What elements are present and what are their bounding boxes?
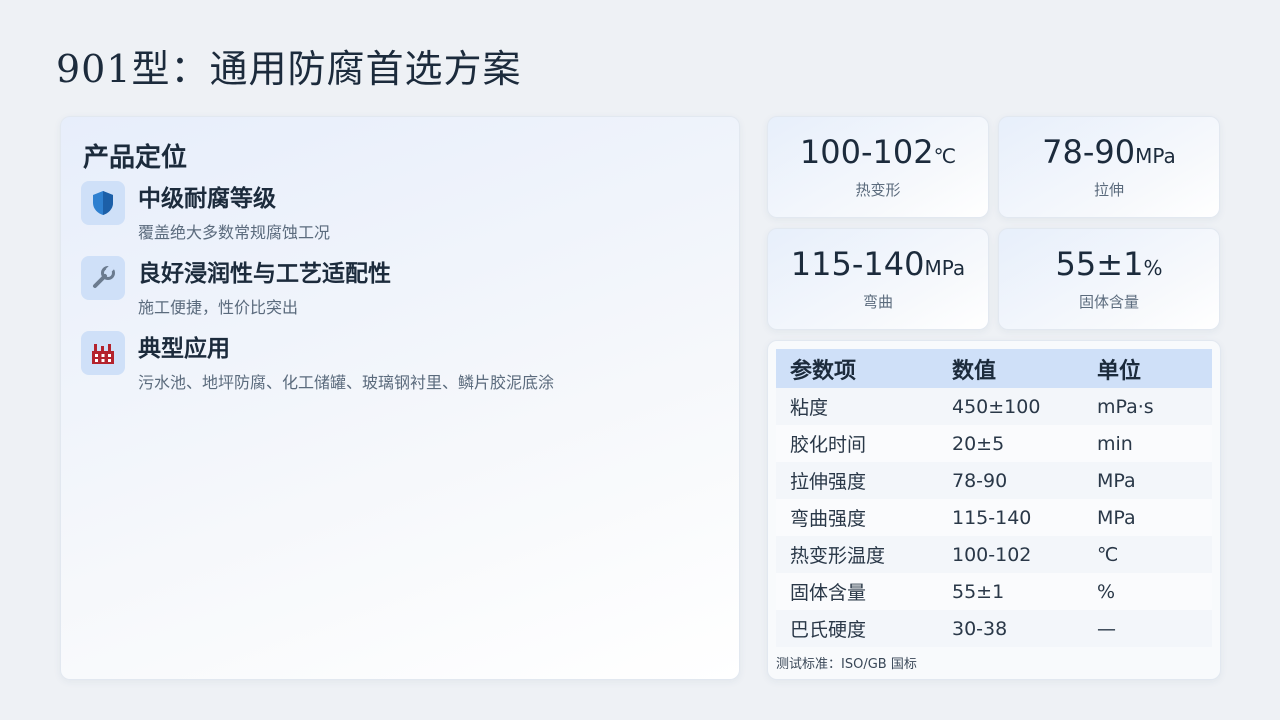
stat-value: 78-90MPa xyxy=(1042,133,1176,171)
stat-label: 固体含量 xyxy=(1078,293,1139,311)
table-cell: 55±1 xyxy=(938,573,1083,610)
shield-icon xyxy=(81,181,125,225)
feature-desc: 施工便捷，性价比突出 xyxy=(138,298,299,317)
table-cell: 胶化时间 xyxy=(776,425,938,462)
table-cell: 100-102 xyxy=(938,536,1083,573)
stat-unit: MPa xyxy=(924,256,966,280)
wrench-icon xyxy=(81,256,125,300)
table-cell: min xyxy=(1083,425,1212,462)
stat-label: 热变形 xyxy=(855,181,901,199)
table-cell: 20±5 xyxy=(938,425,1083,462)
page-title: 901型：通用防腐首选方案 xyxy=(56,47,522,91)
feature-desc: 污水池、地坪防腐、化工储罐、玻璃钢衬里、鳞片胶泥底涂 xyxy=(138,373,555,392)
positioning-card: 产品定位 中级耐腐等级 覆盖绝大多数常规腐蚀工况 良好浸润性与工艺适配性 施工便… xyxy=(60,116,740,680)
parameter-table-card: 参数项 数值 单位 粘度 450±100 mPa·s 胶化时间 20±5 min… xyxy=(767,340,1221,680)
table-cell: 拉伸强度 xyxy=(776,462,938,499)
table-row: 巴氏硬度 30-38 — xyxy=(776,610,1212,647)
table-cell: mPa·s xyxy=(1083,388,1212,425)
table-cell: 115-140 xyxy=(938,499,1083,536)
table-cell: 弯曲强度 xyxy=(776,499,938,536)
parameter-table: 参数项 数值 单位 粘度 450±100 mPa·s 胶化时间 20±5 min… xyxy=(776,349,1212,647)
column-header: 数值 xyxy=(938,349,1083,388)
feature-wetting: 良好浸润性与工艺适配性 施工便捷，性价比突出 xyxy=(81,254,721,324)
table-row: 热变形温度 100-102 ℃ xyxy=(776,536,1212,573)
table-header-row: 参数项 数值 单位 xyxy=(776,349,1212,388)
feature-title: 良好浸润性与工艺适配性 xyxy=(138,261,391,287)
feature-title: 中级耐腐等级 xyxy=(138,186,276,212)
table-cell: 450±100 xyxy=(938,388,1083,425)
column-header: 单位 xyxy=(1083,349,1212,388)
column-header: 参数项 xyxy=(776,349,938,388)
test-standard-note: 测试标准：ISO/GB 国标 xyxy=(776,657,917,672)
feature-desc: 覆盖绝大多数常规腐蚀工况 xyxy=(138,223,331,242)
factory-icon xyxy=(81,331,125,375)
table-cell: 78-90 xyxy=(938,462,1083,499)
stat-value: 115-140MPa xyxy=(790,245,966,283)
feature-applications: 典型应用 污水池、地坪防腐、化工储罐、玻璃钢衬里、鳞片胶泥底涂 xyxy=(81,329,721,399)
stat-label: 弯曲 xyxy=(862,293,893,311)
table-row: 粘度 450±100 mPa·s xyxy=(776,388,1212,425)
table-row: 弯曲强度 115-140 MPa xyxy=(776,499,1212,536)
table-cell: MPa xyxy=(1083,462,1212,499)
stat-unit: % xyxy=(1143,256,1163,280)
stat-solids: 55±1% 固体含量 xyxy=(998,228,1220,330)
table-cell: 30-38 xyxy=(938,610,1083,647)
positioning-heading: 产品定位 xyxy=(83,143,188,173)
stat-unit: ℃ xyxy=(933,144,957,168)
table-cell: MPa xyxy=(1083,499,1212,536)
stat-value: 100-102℃ xyxy=(799,133,957,171)
stat-flexural: 115-140MPa 弯曲 xyxy=(767,228,989,330)
table-cell: 热变形温度 xyxy=(776,536,938,573)
table-cell: — xyxy=(1083,610,1212,647)
table-cell: 固体含量 xyxy=(776,573,938,610)
feature-corrosion-grade: 中级耐腐等级 覆盖绝大多数常规腐蚀工况 xyxy=(81,179,721,249)
feature-title: 典型应用 xyxy=(138,336,230,362)
table-cell: ℃ xyxy=(1083,536,1212,573)
stat-value: 55±1% xyxy=(1055,245,1163,283)
stat-label: 拉伸 xyxy=(1093,181,1124,199)
stat-unit: MPa xyxy=(1135,144,1176,168)
table-row: 胶化时间 20±5 min xyxy=(776,425,1212,462)
table-row: 拉伸强度 78-90 MPa xyxy=(776,462,1212,499)
stat-heat-deflection: 100-102℃ 热变形 xyxy=(767,116,989,218)
table-cell: 粘度 xyxy=(776,388,938,425)
table-cell: 巴氏硬度 xyxy=(776,610,938,647)
table-cell: % xyxy=(1083,573,1212,610)
stat-tensile: 78-90MPa 拉伸 xyxy=(998,116,1220,218)
table-row: 固体含量 55±1 % xyxy=(776,573,1212,610)
